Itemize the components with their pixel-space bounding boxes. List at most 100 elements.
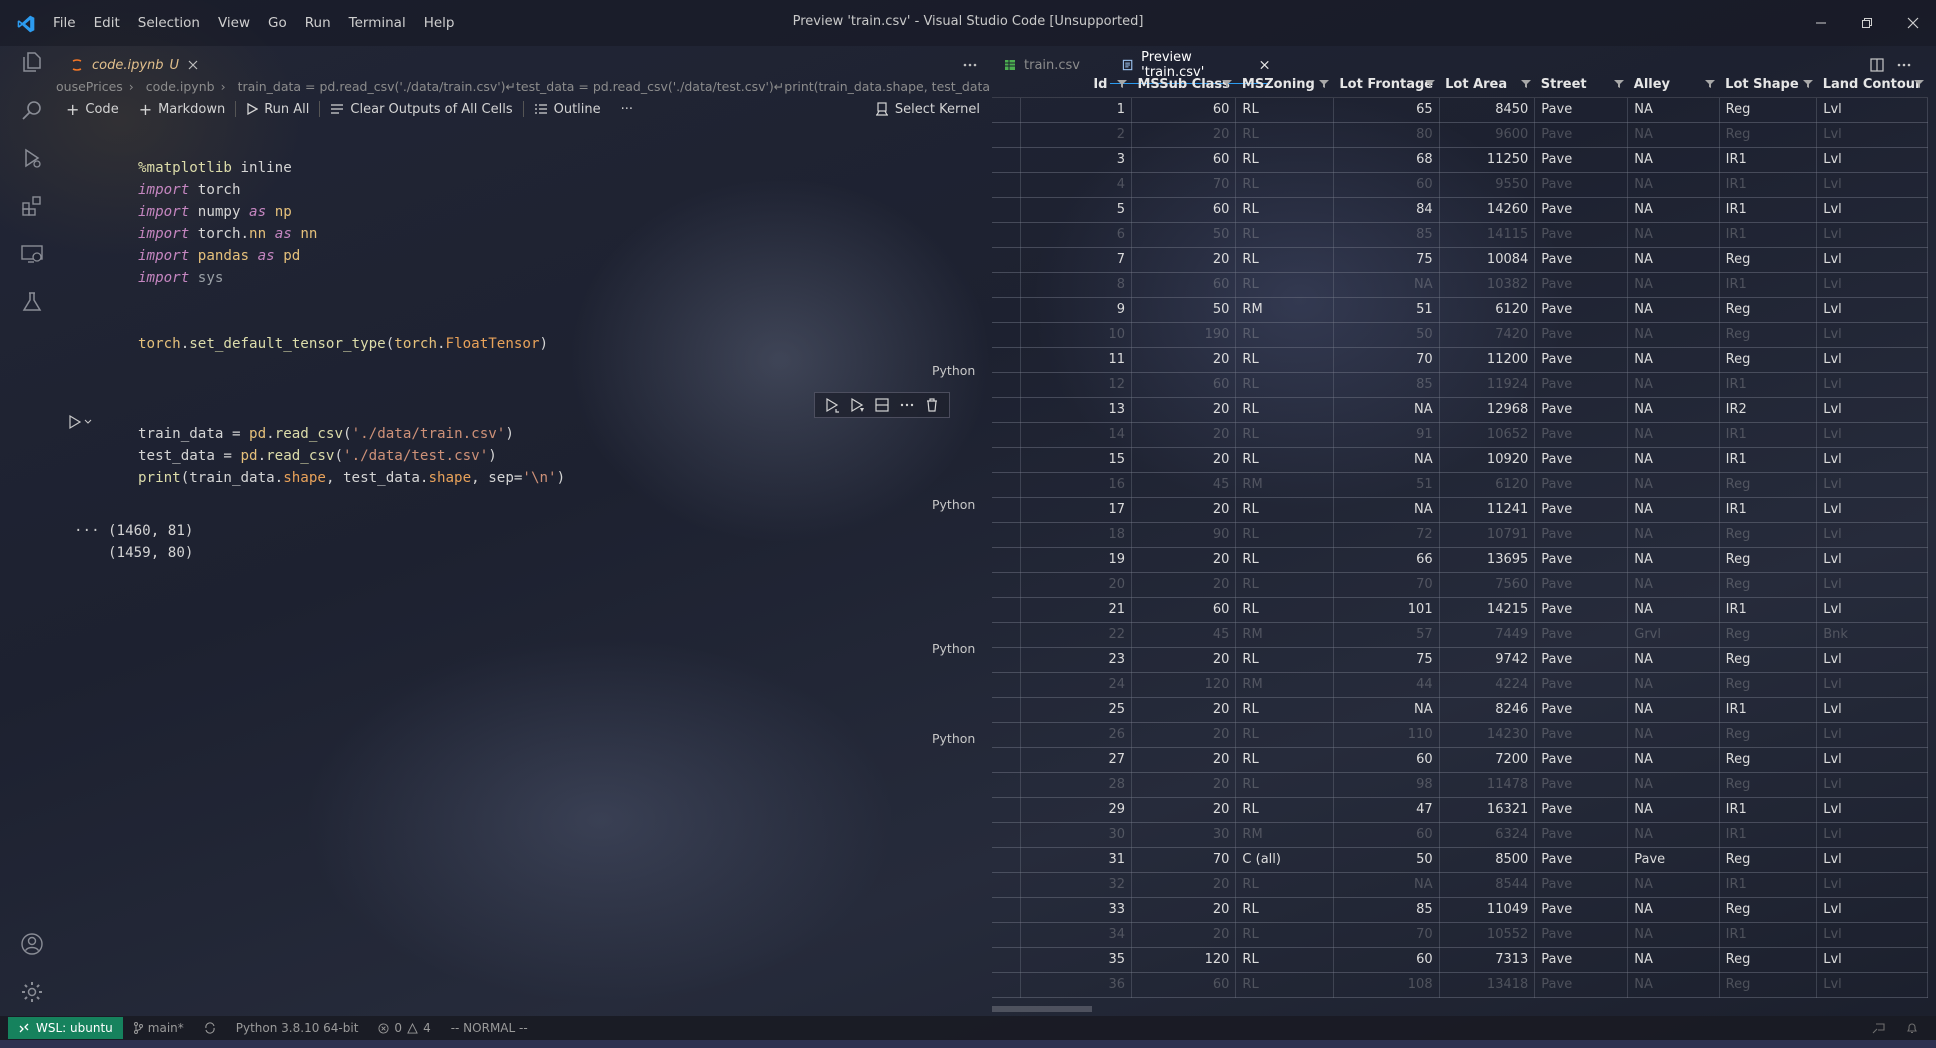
table-row[interactable]: 36 60 RL 108 13418 Pave NA Reg Lvl [992, 972, 1928, 998]
table-row[interactable]: 21 60 RL 101 14215 Pave NA IR1 Lvl [992, 597, 1928, 623]
table-cell[interactable]: Pave [1534, 747, 1629, 773]
table-cell[interactable]: Pave [1534, 597, 1629, 623]
menu-run[interactable]: Run [296, 12, 340, 34]
table-cell[interactable]: RM [1235, 822, 1334, 848]
table-cell[interactable]: 20 [1020, 572, 1132, 598]
table-cell[interactable]: Reg [1719, 622, 1818, 648]
table-cell[interactable]: 7560 [1439, 572, 1536, 598]
table-cell[interactable]: RL [1235, 922, 1334, 948]
table-cell[interactable]: NA [1333, 447, 1440, 473]
table-row[interactable]: 28 20 RL 98 11478 Pave NA Reg Lvl [992, 772, 1928, 798]
table-cell[interactable]: Lvl [1816, 747, 1928, 773]
remote-indicator[interactable]: WSL: ubuntu [8, 1017, 123, 1039]
table-cell[interactable]: RL [1235, 547, 1334, 573]
more-actions-icon[interactable] [962, 58, 978, 72]
table-cell[interactable]: IR1 [1719, 197, 1818, 223]
column-header[interactable]: Lot Area [1439, 72, 1535, 98]
table-cell[interactable]: NA [1627, 822, 1720, 848]
account-icon[interactable] [20, 932, 44, 956]
breadcrumb-folder[interactable]: ousePrices [56, 79, 123, 94]
table-cell[interactable]: 10 [1020, 322, 1132, 348]
table-cell[interactable]: 110 [1333, 722, 1440, 748]
table-row[interactable]: 27 20 RL 60 7200 Pave NA Reg Lvl [992, 747, 1928, 773]
table-cell[interactable]: Reg [1719, 247, 1818, 273]
column-header[interactable]: Lot Frontage [1333, 72, 1440, 98]
filter-icon[interactable] [1705, 79, 1716, 89]
table-row[interactable]: 29 20 RL 47 16321 Pave NA IR1 Lvl [992, 797, 1928, 823]
table-cell[interactable]: Reg [1719, 322, 1818, 348]
table-cell[interactable]: 11924 [1439, 372, 1536, 398]
table-cell[interactable]: 4 [1020, 172, 1132, 198]
horizontal-scrollbar[interactable] [992, 1006, 1092, 1012]
table-cell[interactable]: 32 [1020, 872, 1132, 898]
table-cell[interactable]: 21 [1020, 597, 1132, 623]
execute-above-icon[interactable] [824, 397, 840, 413]
table-cell[interactable]: 7449 [1439, 622, 1536, 648]
breadcrumb-cell[interactable]: train_data = pd.read_csv('./data/train.c… [238, 79, 990, 94]
table-cell[interactable]: Pave [1534, 622, 1629, 648]
table-cell[interactable]: NA [1627, 497, 1720, 523]
table-cell[interactable]: 30 [1131, 822, 1237, 848]
table-cell[interactable]: 84 [1333, 197, 1440, 223]
table-cell[interactable]: 85 [1333, 222, 1440, 248]
column-header[interactable]: MSSub Class [1131, 72, 1236, 98]
table-cell[interactable]: 70 [1131, 847, 1237, 873]
table-cell[interactable]: Lvl [1816, 122, 1928, 148]
table-row[interactable]: 5 60 RL 84 14260 Pave NA IR1 Lvl [992, 197, 1928, 223]
table-cell[interactable]: RL [1235, 947, 1334, 973]
more-icon[interactable] [899, 397, 915, 413]
table-row[interactable]: 22 45 RM 57 7449 Pave Grvl Reg Bnk [992, 622, 1928, 648]
table-cell[interactable]: 20 [1131, 697, 1237, 723]
table-cell[interactable]: Reg [1719, 97, 1818, 123]
table-cell[interactable]: 3 [1020, 147, 1132, 173]
python-interpreter[interactable]: Python 3.8.10 64-bit [226, 1021, 369, 1035]
table-cell[interactable]: 10920 [1439, 447, 1536, 473]
table-cell[interactable]: 26 [1020, 722, 1132, 748]
table-cell[interactable]: NA [1333, 397, 1440, 423]
table-row[interactable]: 25 20 RL NA 8246 Pave NA IR1 Lvl [992, 697, 1928, 723]
table-cell[interactable]: 10652 [1439, 422, 1536, 448]
table-cell[interactable]: NA [1333, 272, 1440, 298]
table-cell[interactable]: Lvl [1816, 872, 1928, 898]
table-row[interactable]: 12 60 RL 85 11924 Pave NA IR1 Lvl [992, 372, 1928, 398]
table-cell[interactable]: 20 [1131, 797, 1237, 823]
table-cell[interactable]: 6120 [1439, 472, 1536, 498]
table-cell[interactable]: 14 [1020, 422, 1132, 448]
table-cell[interactable]: Pave [1534, 297, 1629, 323]
column-header[interactable]: Street [1534, 72, 1628, 98]
cell-language-label[interactable]: Python [932, 641, 975, 656]
table-cell[interactable]: Pave [1534, 347, 1629, 373]
table-cell[interactable]: 60 [1333, 947, 1440, 973]
table-cell[interactable]: NA [1627, 547, 1720, 573]
table-cell[interactable]: Pave [1534, 472, 1629, 498]
table-cell[interactable]: RL [1235, 372, 1334, 398]
table-row[interactable]: 30 30 RM 60 6324 Pave NA IR1 Lvl [992, 822, 1928, 848]
table-cell[interactable]: RL [1235, 772, 1334, 798]
table-cell[interactable]: NA [1627, 422, 1720, 448]
breadcrumb-file[interactable]: code.ipynb [146, 79, 215, 94]
table-cell[interactable]: Lvl [1816, 372, 1928, 398]
table-cell[interactable]: NA [1627, 747, 1720, 773]
table-cell[interactable]: Pave [1534, 522, 1629, 548]
table-cell[interactable]: IR1 [1719, 697, 1818, 723]
table-cell[interactable]: NA [1627, 222, 1720, 248]
table-cell[interactable]: 10382 [1439, 272, 1536, 298]
table-cell[interactable]: RL [1235, 97, 1334, 123]
table-cell[interactable]: IR1 [1719, 497, 1818, 523]
table-row[interactable]: 32 20 RL NA 8544 Pave NA IR1 Lvl [992, 872, 1928, 898]
table-cell[interactable]: 9 [1020, 297, 1132, 323]
table-cell[interactable]: 60 [1333, 747, 1440, 773]
code-cell-tensor-type[interactable]: torch.set_default_tensor_type(torch.Floa… [138, 333, 548, 355]
table-row[interactable]: 15 20 RL NA 10920 Pave NA IR1 Lvl [992, 447, 1928, 473]
table-cell[interactable]: NA [1627, 797, 1720, 823]
table-cell[interactable]: Reg [1719, 522, 1818, 548]
table-cell[interactable]: 9600 [1439, 122, 1536, 148]
table-cell[interactable]: 50 [1131, 222, 1237, 248]
table-cell[interactable]: Reg [1719, 347, 1818, 373]
delete-cell-trash-icon[interactable] [924, 397, 940, 413]
table-cell[interactable]: NA [1627, 172, 1720, 198]
table-cell[interactable]: NA [1627, 922, 1720, 948]
output-more-icon[interactable]: ··· [74, 520, 100, 542]
table-cell[interactable]: 6120 [1439, 297, 1536, 323]
table-cell[interactable]: Lvl [1816, 397, 1928, 423]
